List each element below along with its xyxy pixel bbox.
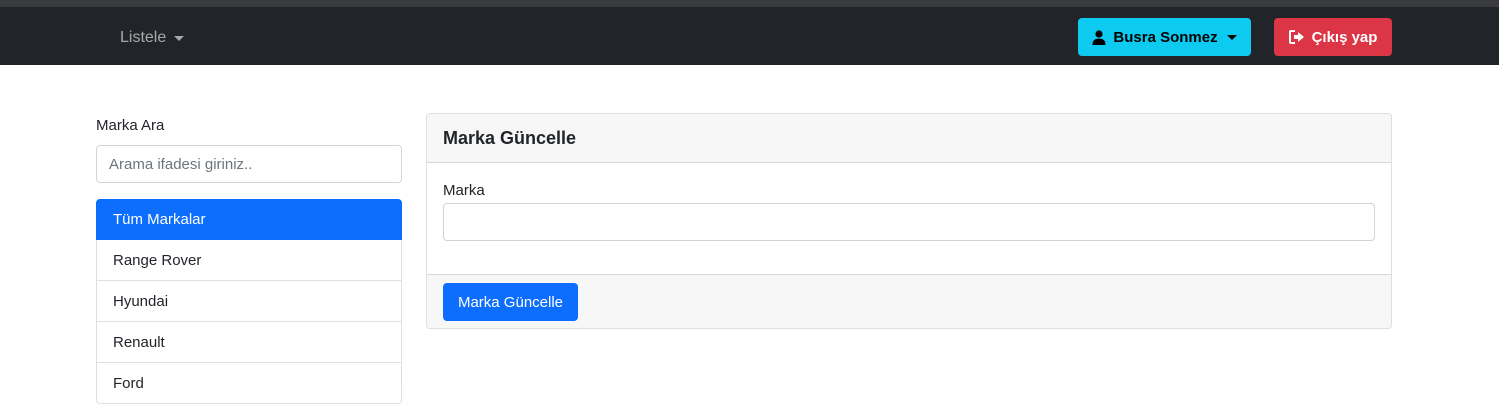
- update-brand-button[interactable]: Marka Güncelle: [443, 283, 578, 321]
- window-top-strip: [0, 0, 1499, 7]
- brand-list: Tüm Markalar Range Rover Hyundai Renault…: [96, 199, 402, 404]
- list-item[interactable]: Renault: [96, 322, 402, 363]
- search-label: Marka Ara: [96, 117, 165, 134]
- list-item[interactable]: Range Rover: [96, 240, 402, 281]
- brand-field-input[interactable]: [443, 203, 1375, 241]
- card-body: Marka: [427, 163, 1391, 274]
- caret-down-icon: [174, 35, 185, 41]
- sign-out-icon: [1288, 30, 1305, 44]
- list-item[interactable]: Ford: [96, 363, 402, 404]
- list-dropdown-label: Listele: [120, 29, 167, 46]
- search-input[interactable]: [96, 145, 402, 183]
- caret-down-icon: [1226, 34, 1237, 40]
- user-icon: [1092, 29, 1106, 45]
- card-title: Marka Güncelle: [427, 114, 1391, 163]
- card-footer: Marka Güncelle: [427, 274, 1391, 328]
- user-menu-button[interactable]: Busra Sonmez: [1078, 18, 1251, 56]
- user-name: Busra Sonmez: [1113, 28, 1218, 46]
- list-item-all-brands[interactable]: Tüm Markalar: [96, 199, 402, 240]
- logout-label: Çıkış yap: [1311, 28, 1378, 46]
- logout-button[interactable]: Çıkış yap: [1274, 18, 1392, 56]
- navbar: Listele Busra Sonmez Çıkış yap: [0, 7, 1499, 65]
- list-item[interactable]: Hyundai: [96, 281, 402, 322]
- brand-field-label: Marka: [443, 182, 485, 199]
- list-dropdown[interactable]: Listele: [120, 29, 185, 47]
- brand-update-card: Marka Güncelle Marka Marka Güncelle: [426, 113, 1392, 329]
